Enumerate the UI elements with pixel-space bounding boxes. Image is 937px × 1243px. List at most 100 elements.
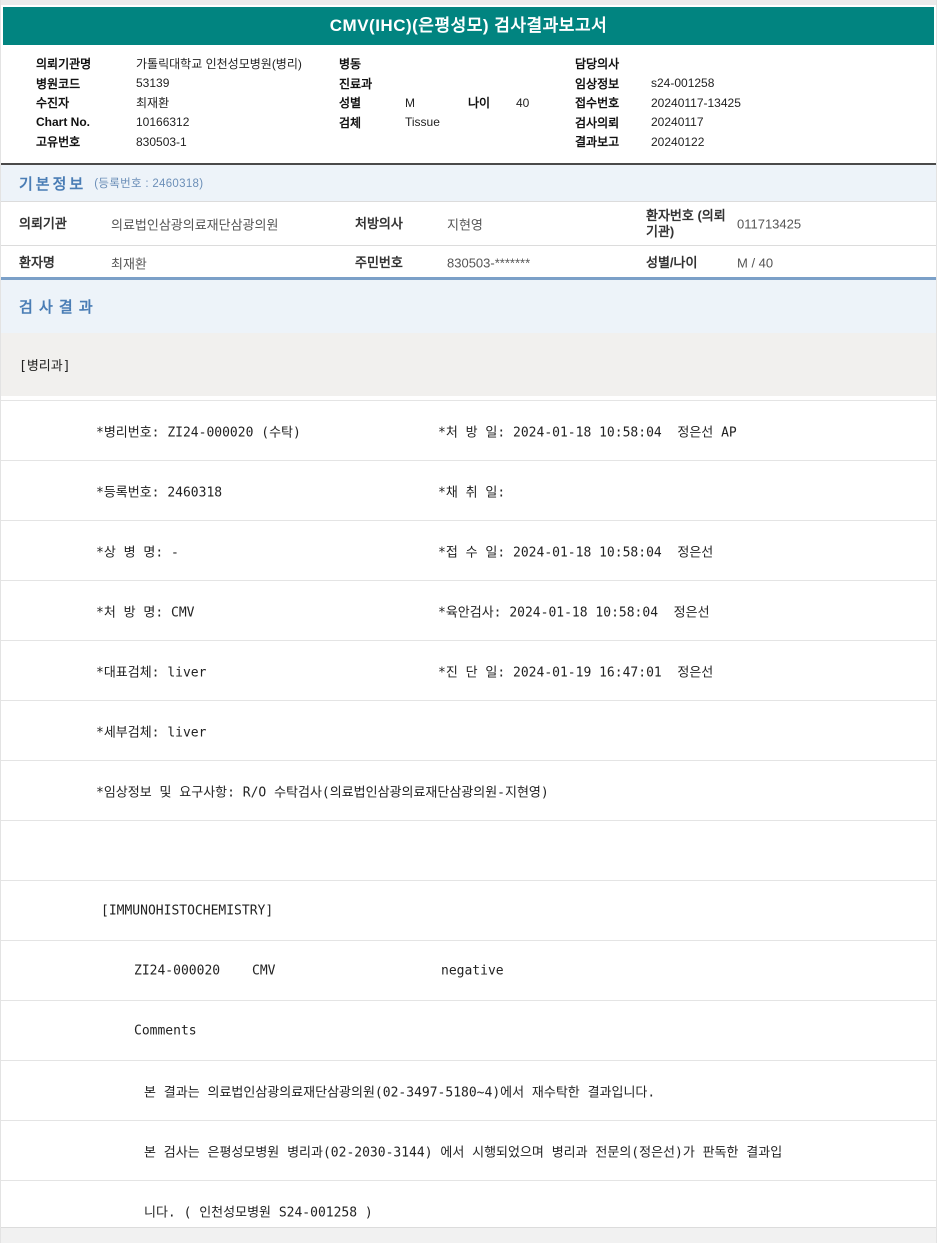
result-cell: *처 방 일: 2024-01-18 10:58:04 정은선 AP — [438, 425, 737, 440]
patient-header-row: 의뢰기관명 가톨릭대학교 인천성모병원(병리) — [36, 54, 302, 74]
basic-field-label: 의뢰기관 — [19, 215, 67, 231]
basic-info-row: 의뢰기관 의료법인삼광의료재단삼광의원 처방의사 지현영 환자번호 (의뢰기관) 0117… — [1, 201, 936, 245]
result-cell: *세부검체: liver — [96, 725, 207, 740]
patient-field-label: 성별 — [339, 96, 362, 111]
result-cell: ZI24-000020 — [134, 963, 221, 978]
patient-header-row: 임상정보 s24-001258 — [575, 74, 741, 94]
patient-header-right-column: 담당의사 임상정보 s24-001258 접수번호 20240117-13425 검사의뢰… — [575, 54, 741, 152]
patient-header-row: 접수번호 20240117-13425 — [575, 93, 741, 113]
patient-header-row: 진료과 — [339, 74, 579, 94]
result-cell: CMV — [252, 963, 276, 978]
result-cell: *진 단 일: 2024-01-19 16:47:01 정은선 — [438, 665, 714, 680]
result-row: *대표검체: liver *진 단 일: 2024-01-19 16:47:01 … — [1, 641, 936, 701]
basic-field-label: 환자번호 (의뢰기관) — [646, 207, 726, 239]
top-strip — [1, 0, 936, 7]
result-cell: *병리번호: ZI24-000020 (수탁) — [96, 425, 301, 440]
patient-header: 의뢰기관명 가톨릭대학교 인천성모병원(병리) 병원코드 53139 수진자 최재환 Cha… — [1, 46, 936, 163]
result-row — [1, 821, 936, 881]
patient-field-value: s24-001258 — [651, 76, 715, 91]
patient-header-row: 결과보고 20240122 — [575, 132, 741, 152]
patient-header-row: 병동 — [339, 54, 579, 74]
basic-field-value: 830503-******* — [447, 255, 531, 270]
report-title-bar: CMV(IHC)(은평성모) 검사결과보고서 — [3, 7, 934, 45]
patient-header-row: 고유번호 830503-1 — [36, 132, 302, 152]
result-row: 본 검사는 은평성모병원 병리과(02-2030-3144) 에서 시행되었으며… — [1, 1121, 936, 1181]
patient-field-label: 임상정보 — [575, 76, 620, 91]
patient-field-value: 830503-1 — [136, 134, 187, 149]
patient-field-value: Tissue — [405, 115, 440, 130]
result-cell: *등록번호: 2460318 — [96, 485, 223, 500]
patient-header-left-column: 의뢰기관명 가톨릭대학교 인천성모병원(병리) 병원코드 53139 수진자 최재환 Cha… — [36, 54, 302, 152]
patient-field-label: 의뢰기관명 — [36, 57, 92, 72]
report-page: CMV(IHC)(은평성모) 검사결과보고서 의뢰기관명 가톨릭대학교 인천성모병… — [0, 0, 937, 1243]
report-title: CMV(IHC)(은평성모) 검사결과보고서 — [329, 16, 608, 35]
patient-field-label: 검체 — [339, 115, 362, 130]
result-cell: *처 방 명: CMV — [96, 605, 195, 620]
patient-field-value: 40 — [516, 95, 530, 110]
patient-field-value: 최재환 — [136, 96, 170, 111]
result-cell: Comments — [134, 1023, 197, 1038]
patient-header-row: 담당의사 — [575, 54, 741, 74]
basic-field-label: 환자명 — [19, 254, 55, 270]
result-row: ZI24-000020 CMV negative — [1, 941, 936, 1001]
result-cell: *임상정보 및 요구사항: R/O 수탁검사(의료법인삼광의료재단삼광의원-지현… — [96, 785, 549, 800]
result-cell: *채 취 일: — [438, 485, 506, 500]
patient-header-row: 검체 Tissue — [339, 113, 579, 133]
patient-field-label: 수진자 — [36, 96, 70, 111]
basic-field-label: 처방의사 — [355, 215, 403, 231]
patient-field-label: 검사의뢰 — [575, 115, 620, 130]
result-cell: [IMMUNOHISTOCHEMISTRY] — [101, 903, 274, 918]
result-cell: 니다. ( 인천성모병원 S24-001258 ) — [144, 1205, 373, 1220]
basic-field-value: 의료법인삼광의료재단삼광의원 — [111, 217, 279, 232]
basic-info-row: 환자명 최재환 주민번호 830503-******* 성별/나이 M / 40 — [1, 245, 936, 279]
footer-strip — [1, 1227, 936, 1243]
result-cell: *육안검사: 2024-01-18 10:58:04 정은선 — [438, 605, 710, 620]
department-band: [병리과] — [1, 333, 936, 396]
patient-field-value: 20240122 — [651, 134, 705, 149]
patient-field-label: 담당의사 — [575, 57, 620, 72]
patient-field-value: M — [405, 95, 415, 110]
basic-field-value: 011713425 — [737, 216, 802, 231]
patient-header-row: 병원코드 53139 — [36, 74, 302, 94]
result-row: *임상정보 및 요구사항: R/O 수탁검사(의료법인삼광의료재단삼광의원-지현… — [1, 761, 936, 821]
patient-header-row: Chart No. 10166312 — [36, 113, 302, 133]
basic-info-section-header: 기본정보 (등록번호 : 2460318) — [1, 165, 936, 201]
result-row: 본 결과는 의료법인삼광의료재단삼광의원(02-3497-5180~4)에서 재… — [1, 1061, 936, 1121]
basic-field-label: 주민번호 — [355, 254, 403, 270]
result-row: [IMMUNOHISTOCHEMISTRY] — [1, 881, 936, 941]
result-row: *세부검체: liver — [1, 701, 936, 761]
patient-field-label: Chart No. — [36, 115, 90, 130]
result-cell: 본 검사는 은평성모병원 병리과(02-2030-3144) 에서 시행되었으며… — [144, 1145, 783, 1160]
patient-field-label: 고유번호 — [36, 135, 81, 150]
basic-info-registration-number: (등록번호 : 2460318) — [94, 178, 204, 190]
basic-field-value: M / 40 — [737, 255, 774, 270]
patient-field-value: 10166312 — [136, 115, 190, 130]
patient-header-row: 성별 M 나이 40 — [339, 93, 579, 113]
result-cell: 본 결과는 의료법인삼광의료재단삼광의원(02-3497-5180~4)에서 재… — [144, 1085, 656, 1100]
result-row: *처 방 명: CMV *육안검사: 2024-01-18 10:58:04 정은… — [1, 581, 936, 641]
result-row: *상 병 명: - *접 수 일: 2024-01-18 10:58:04 정은선 — [1, 521, 936, 581]
patient-field-label: 결과보고 — [575, 135, 620, 150]
basic-field-value: 지현영 — [447, 217, 483, 232]
patient-header-middle-column: 병동진료과성별 M 나이 40 검체 Tissue — [339, 54, 579, 132]
result-row: Comments — [1, 1001, 936, 1061]
basic-field-label: 성별/나이 — [646, 254, 698, 270]
patient-field-value: 20240117 — [651, 115, 704, 130]
basic-info-table: 의뢰기관 의료법인삼광의료재단삼광의원 처방의사 지현영 환자번호 (의뢰기관) 0117… — [1, 201, 936, 279]
result-row: *병리번호: ZI24-000020 (수탁) *처 방 일: 2024-01-1… — [1, 400, 936, 461]
result-rows: *병리번호: ZI24-000020 (수탁) *처 방 일: 2024-01-1… — [1, 396, 936, 1241]
result-cell: *상 병 명: - — [96, 545, 179, 560]
patient-field-value: 53139 — [136, 76, 170, 91]
patient-field-value: 가톨릭대학교 인천성모병원(병리) — [136, 57, 302, 72]
result-cell: *대표검체: liver — [96, 665, 207, 680]
result-row: *등록번호: 2460318 *채 취 일: — [1, 461, 936, 521]
patient-field-label: 병동 — [339, 57, 362, 72]
patient-field-label: 진료과 — [339, 76, 373, 91]
patient-header-row: 검사의뢰 20240117 — [575, 113, 741, 133]
result-cell: negative — [441, 963, 504, 978]
basic-field-value: 최재환 — [111, 256, 147, 271]
department-label: [병리과] — [19, 359, 71, 374]
results-section-header: 검 사 결 과 — [1, 280, 936, 333]
patient-field-value: 20240117-13425 — [651, 95, 741, 110]
patient-field-label: 나이 — [468, 96, 491, 111]
